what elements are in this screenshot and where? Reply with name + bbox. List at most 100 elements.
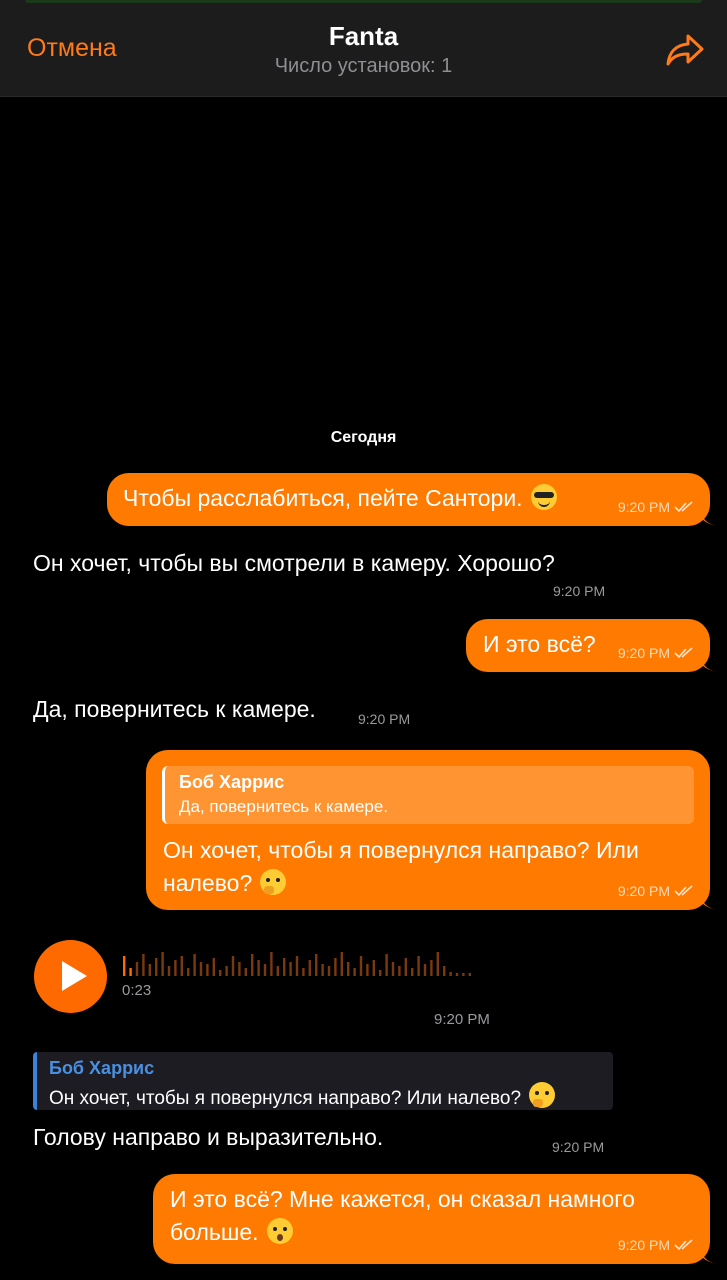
waveform-bar (276, 966, 279, 976)
waveform-bar (295, 956, 299, 976)
outgoing-message[interactable]: И это всё? Мне кажется, он сказал намног… (153, 1174, 718, 1264)
waveform-bar (321, 964, 324, 976)
reply-text: Он хочет, чтобы я повернулся направо? Ил… (49, 1088, 522, 1109)
waveform-bar (193, 954, 196, 976)
message-time: 9:20 PM (617, 1237, 670, 1253)
reply-quote[interactable]: Боб Харрис Да, повернитесь к камере. (162, 766, 694, 824)
waveform-bar (359, 956, 363, 976)
play-button[interactable] (34, 940, 107, 1013)
waveform-bar (219, 970, 222, 976)
waveform-bar (436, 952, 439, 976)
thinking-emoji-icon (260, 869, 287, 895)
waveform-bar (372, 960, 375, 976)
message-meta: 9:20 PM (618, 883, 694, 899)
outgoing-message[interactable]: И это всё? 9:20 PM (466, 619, 718, 672)
bubble-tail (698, 890, 718, 910)
message-meta: 9:20 PM (618, 1237, 694, 1253)
reply-quote[interactable]: Боб Харрис Он хочет, чтобы я повернулся … (33, 1052, 613, 1110)
share-icon[interactable] (664, 32, 706, 68)
message-time: 9:20 PM (553, 583, 606, 599)
waveform-bar (411, 968, 414, 976)
voice-duration: 0:23 (122, 982, 152, 999)
message-text-line: И это всё? Мне кажется, он сказал намног… (170, 1186, 635, 1212)
voice-waveform[interactable] (123, 946, 483, 976)
double-check-icon (674, 1239, 693, 1251)
message-time: 9:20 PM (358, 711, 411, 727)
waveform-bar (404, 958, 407, 976)
message-time: 9:20 PM (617, 645, 670, 661)
waveform-bar (379, 970, 382, 976)
message-text: И это всё? (483, 631, 596, 657)
waveform-bar (455, 973, 459, 976)
waveform-bar (129, 968, 132, 976)
message-time: 9:20 PM (617, 883, 670, 899)
chat-title: Fanta (328, 21, 399, 51)
waveform-bar (212, 958, 215, 976)
incoming-message-text[interactable]: Он хочет, чтобы вы смотрели в камеру. Хо… (33, 550, 555, 577)
waveform-bar (167, 966, 171, 976)
message-text-line: налево? (163, 870, 253, 896)
message-time: 9:20 PM (617, 499, 670, 515)
waveform-bar (199, 962, 203, 976)
waveform-bar (353, 968, 356, 976)
double-check-icon (674, 885, 693, 897)
waveform-bar (174, 960, 177, 976)
waveform-bar (449, 972, 452, 976)
bubble-tail (698, 1244, 718, 1264)
hushed-emoji-icon (266, 1218, 293, 1244)
waveform-bar (315, 954, 318, 976)
message-text-line: Он хочет, чтобы я повернулся направо? Ил… (163, 837, 639, 863)
sunglasses-emoji-icon (530, 484, 557, 510)
waveform-bar (308, 960, 311, 976)
waveform-bar (263, 964, 267, 976)
outgoing-reply-message[interactable]: Боб Харрис Да, повернитесь к камере. Он … (146, 750, 718, 910)
waveform-bar (430, 960, 433, 976)
chat-subtitle: Число установок: 1 (274, 55, 453, 77)
waveform-bar (423, 964, 427, 976)
waveform-bar (142, 954, 145, 976)
waveform-bar (462, 973, 465, 976)
double-check-icon (674, 501, 693, 513)
bubble-tail (698, 652, 718, 672)
message-meta: 9:20 PM (618, 499, 694, 515)
waveform-bar (270, 952, 273, 976)
waveform-bar (251, 954, 254, 976)
waveform-bar (187, 968, 190, 976)
waveform-bar (366, 964, 369, 976)
chat-header: Отмена Fanta Число установок: 1 (0, 0, 727, 97)
waveform-bar (238, 962, 241, 976)
waveform-bar (231, 956, 235, 976)
thinking-emoji-icon (529, 1082, 556, 1108)
waveform-bar (289, 962, 292, 976)
waveform-bar (327, 966, 331, 976)
waveform-bar (155, 958, 158, 976)
waveform-bar (206, 964, 209, 976)
waveform-bar (283, 958, 286, 976)
waveform-bar (340, 952, 343, 976)
reply-text: Да, повернитесь к камере. (179, 797, 389, 816)
waveform-bar (180, 956, 183, 976)
message-text-line: больше. (170, 1219, 259, 1245)
reply-author: Боб Харрис (179, 772, 285, 792)
waveform-bar (161, 952, 164, 976)
waveform-bar (302, 968, 305, 976)
waveform-bar (225, 966, 228, 976)
incoming-message-text[interactable]: Да, повернитесь к камере. (33, 696, 316, 723)
waveform-bar (257, 960, 260, 976)
message-text: Чтобы расслабиться, пейте Сантори. (123, 485, 523, 511)
message-time: 9:20 PM (434, 1011, 490, 1028)
incoming-message-text[interactable]: Голову направо и выразительно. (33, 1124, 383, 1151)
play-icon (62, 961, 87, 991)
message-time: 9:20 PM (552, 1139, 605, 1155)
reply-author: Боб Харрис (49, 1058, 155, 1078)
date-separator: Сегодня (330, 429, 397, 446)
waveform-bar (398, 966, 401, 976)
waveform-bar (334, 958, 337, 976)
waveform-bar (148, 964, 151, 976)
outgoing-message[interactable]: Чтобы расслабиться, пейте Сантори. 9:20 … (107, 473, 718, 526)
waveform-bar (123, 956, 126, 976)
waveform-bar (347, 962, 350, 976)
double-check-icon (674, 647, 693, 659)
waveform-bar (443, 966, 446, 976)
waveform-bar (385, 954, 388, 976)
